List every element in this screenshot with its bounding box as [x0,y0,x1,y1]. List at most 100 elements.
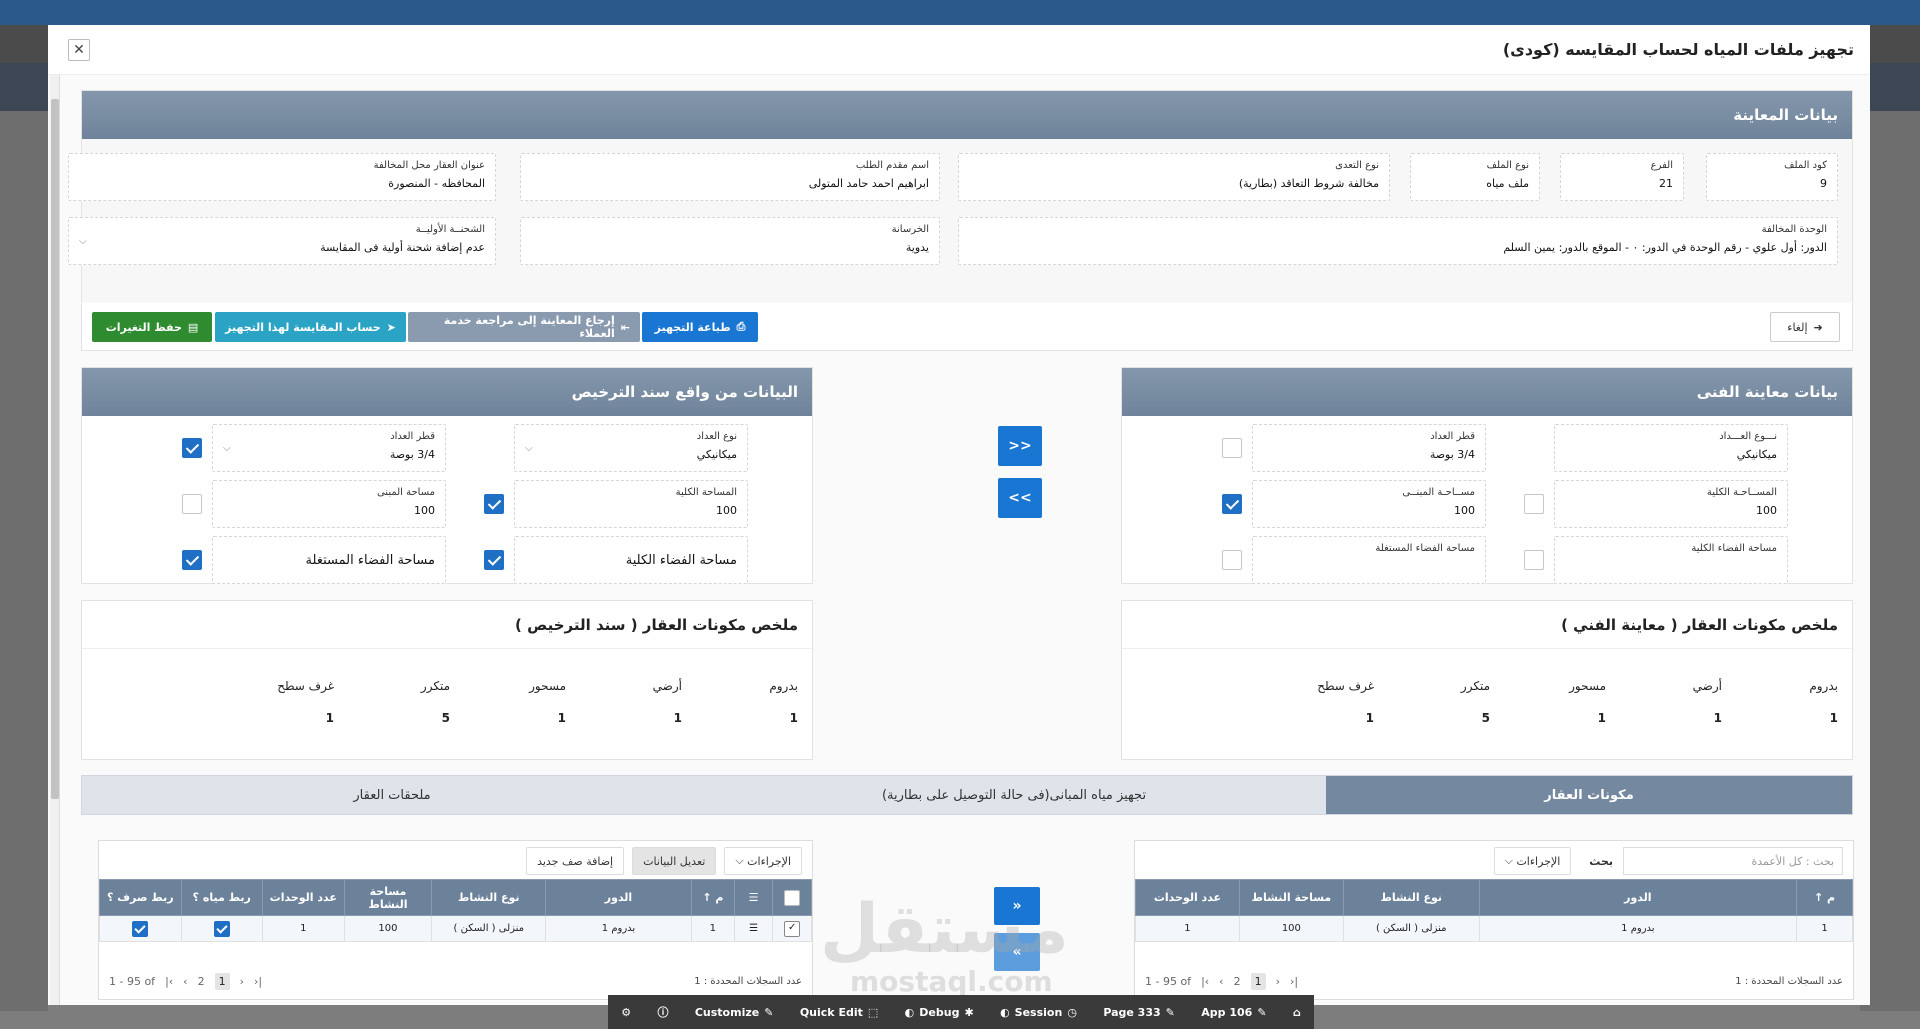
add-row-button[interactable]: إضافة صف جديد [526,847,625,875]
table-row[interactable]: ✓ ☰ 1 بدروم 1 منزلى ( السكن ) 100 1 [99,915,812,942]
search-button[interactable]: بحث [1579,847,1623,875]
license-total-space-label: مساحة الفضاء الكلية [625,552,737,568]
transfer-right-button[interactable]: >> [998,478,1042,518]
summary-tech-header: ملخص مكونات العقار ( معاينة الفني ) [1122,601,1852,649]
sewer-link-cell[interactable] [99,915,182,942]
scrollbar[interactable] [50,75,60,1005]
violation-type-field: نوع التعدى مخالفة شروط التعاقد (بطارية) [958,153,1390,201]
tab-water-prep[interactable]: تجهيز مياه المبانى(فى حالة التوصيل على ب… [702,776,1326,814]
row-select-checkbox[interactable]: ✓ [784,920,801,937]
license-building-area[interactable]: مساحة المبنى 100 [212,480,446,528]
pagination: 1 - 95 of |‹ ‹ 2 1 › ›| [1145,972,1298,990]
tech-used-space-checkbox[interactable] [1222,550,1242,570]
tech-total-area-checkbox[interactable] [1524,494,1544,514]
col-header[interactable]: مساحة النشاط [1238,879,1344,916]
tech-meter-diameter-label: قطر العداد [1430,431,1475,442]
initial-charge-select[interactable]: الشحنــة الأوليــة عدم إضافة شحنة أولية ف… [68,217,496,265]
actions-menu-button[interactable]: الإجراءات ⌵ [724,847,802,875]
tech-meter-diameter-value: 3/4 بوصة [1429,448,1475,461]
next-page-icon[interactable]: › [1276,975,1280,988]
license-total-space[interactable]: مساحة الفضاء الكلية [514,536,748,584]
tab-property-attachments[interactable]: ملحقات العقار [82,776,702,814]
unit-value: الدور: أول علوي - رقم الوحدة في الدور: ٠… [1503,241,1827,254]
water-link-cell[interactable] [180,915,264,942]
app-button[interactable]: App 106 ✎ [1201,1006,1266,1019]
row-select-cell[interactable]: ✓ [772,915,812,942]
tech-meter-diameter-checkbox[interactable] [1222,438,1242,458]
prev-page-icon[interactable]: ‹ [1219,975,1223,988]
col-header[interactable]: م ↑ [690,879,735,916]
sewer-link-checkbox[interactable] [132,920,149,937]
license-used-space-checkbox[interactable] [182,550,202,570]
menu-icon[interactable]: ☰ [749,923,758,934]
col-header[interactable]: عدد الوحدات [1135,879,1240,916]
col-header[interactable]: الدور [1478,879,1798,916]
customize-button[interactable]: Customize ✎ [695,1006,774,1019]
license-total-area[interactable]: المساحة الكلية 100 [514,480,748,528]
license-building-area-checkbox[interactable] [182,494,202,514]
first-page-icon[interactable]: |‹ [1201,975,1209,988]
license-meter-diameter-label: قطر العداد [390,431,435,442]
tech-building-area-value: 100 [1454,504,1475,517]
license-used-space[interactable]: مساحة الفضاء المستغلة [212,536,446,584]
page-current[interactable]: 1 [214,972,230,990]
tab-property-components[interactable]: مكونات العقار [1326,776,1852,814]
scroll-thumb[interactable] [51,99,59,799]
license-total-area-checkbox[interactable] [484,494,504,514]
unit-field: الوحدة المخالفة الدور: أول علوي - رقم الو… [958,217,1838,265]
print-button[interactable]: ⎙ طباعة التجهيز [642,312,758,342]
tech-total-area-label: المســاحـة الكلية [1706,487,1777,498]
edit-data-button[interactable]: تعديل البيانات [632,847,717,875]
col-header[interactable]: م ↑ [1796,879,1853,916]
debug-button[interactable]: ◐ Debug ✱ [905,1006,974,1019]
search-input[interactable]: بحث : كل الأعمدة [1623,847,1843,875]
col-header[interactable]: مساحة النشاط [343,879,433,916]
transfer-left-button[interactable]: << [998,426,1042,466]
save-button[interactable]: ▤ حفظ التغيرات [92,312,212,342]
col-header[interactable]: نوع النشاط [431,879,547,916]
summary-tech-col: متكرر [1460,679,1490,693]
page-current[interactable]: 1 [1250,972,1266,990]
home-icon[interactable]: ⌂ [1293,1006,1301,1019]
tech-total-space-checkbox[interactable] [1524,550,1544,570]
return-button[interactable]: ⇤ إرجاع المعاينة إلى مراجعة خدمة العملاء [408,312,640,342]
table-row[interactable]: 1 بدروم 1 منزلى ( السكن ) 100 1 [1135,915,1853,942]
summary-tech-vals: 1 1 1 5 1 [1258,711,1838,725]
close-button[interactable]: ✕ [68,38,90,61]
col-header[interactable]: ربط صرف ؟ [99,879,182,916]
first-page-icon[interactable]: |‹ [165,975,173,988]
quick-edit-button[interactable]: Quick Edit ⬚ [800,1006,878,1019]
row-menu-cell[interactable]: ☰ [733,915,774,942]
prev-page-icon[interactable]: ‹ [183,975,187,988]
developer-toolbar: ⚙ ⓘ Customize ✎ Quick Edit ⬚ ◐ Debug ✱ ◐ Sess… [608,995,1314,1029]
page-link[interactable]: 2 [198,975,205,988]
calc-button[interactable]: ➤ حساب المقايسة لهذا التجهيز [215,312,406,342]
license-total-space-checkbox[interactable] [484,550,504,570]
actions-menu-button[interactable]: الإجراءات ⌵ [1493,847,1572,875]
license-meter-diameter-select[interactable]: قطر العداد 3/4 بوصة ⌵ [212,424,446,472]
last-page-icon[interactable]: ›| [1290,975,1298,988]
col-header[interactable]: ربط مياه ؟ [180,879,264,916]
col-header[interactable]: عدد الوحدات [262,879,345,916]
menu-icon: ☰ [748,891,759,904]
last-page-icon[interactable]: ›| [254,975,262,988]
page-button[interactable]: Page 333 ✎ [1103,1006,1175,1019]
settings-icon[interactable]: ⚙ [621,1006,631,1019]
session-button[interactable]: ◐ Session ◷ [1000,1006,1077,1019]
info-icon[interactable]: ⓘ [657,1004,668,1020]
license-meter-type-select[interactable]: نوع العداد ميكانيكي ⌵ [514,424,748,472]
summary-tech-title: ملخص مكونات العقار ( معاينة الفني ) [1561,615,1838,634]
page-link[interactable]: 2 [1234,975,1241,988]
cancel-button[interactable]: ➜ إلغاء [1770,312,1840,342]
col-header[interactable]: نوع النشاط [1342,879,1480,916]
col-header[interactable]: الدور [545,879,692,916]
tech-building-area-checkbox[interactable] [1222,494,1242,514]
close-icon: ✕ [73,41,85,58]
select-all-checkbox[interactable] [784,889,801,906]
next-page-icon[interactable]: › [240,975,244,988]
grid-right-table: م ↑ الدور نوع النشاط مساحة النشاط عدد ال… [1135,879,1853,942]
select-all-cell[interactable] [772,879,812,916]
water-link-checkbox[interactable] [213,920,230,937]
modal-body: بيانات المعاينة كود الملف 9 الفرع 21 نوع ا… [48,75,1870,1005]
license-meter-diameter-checkbox[interactable] [182,438,202,458]
